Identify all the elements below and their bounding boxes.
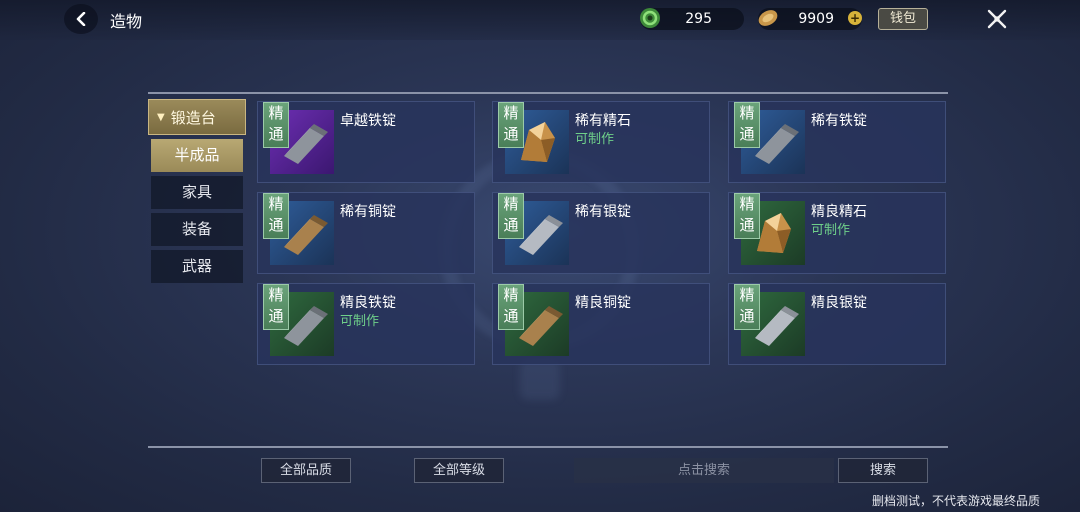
nav-item-equipment[interactable]: 装备 bbox=[151, 213, 243, 246]
ore-crystal-icon bbox=[741, 213, 805, 265]
page-title: 造物 bbox=[110, 12, 143, 31]
badge-top-text: 精 bbox=[268, 104, 284, 122]
copper-ingot-icon bbox=[270, 215, 334, 265]
badge-top-text: 精 bbox=[739, 195, 755, 213]
badge-top-text: 精 bbox=[503, 195, 519, 213]
currency-coin: 9909 bbox=[758, 8, 862, 30]
search-input[interactable] bbox=[574, 458, 834, 483]
tier-badge: 精通 bbox=[734, 284, 760, 330]
item-card[interactable]: 精通 精良铜锭 bbox=[492, 283, 710, 365]
jade-coin-icon bbox=[638, 6, 662, 30]
item-name: 稀有铁锭 bbox=[811, 113, 867, 129]
badge-bottom-text: 通 bbox=[268, 307, 284, 325]
item-name: 卓越铁锭 bbox=[340, 113, 396, 129]
nav-item-semi-finished[interactable]: 半成品 bbox=[151, 139, 243, 172]
nav-category-label: 锻造台 bbox=[170, 108, 216, 127]
item-name: 稀有铜锭 bbox=[340, 204, 396, 220]
item-name: 精良精石 bbox=[811, 204, 867, 220]
nav-item-weapons[interactable]: 武器 bbox=[151, 250, 243, 283]
badge-bottom-text: 通 bbox=[268, 216, 284, 234]
add-currency-icon[interactable]: + bbox=[848, 11, 862, 25]
tier-badge: 精通 bbox=[263, 193, 289, 239]
item-status: 可制作 bbox=[575, 132, 615, 147]
tier-badge: 精通 bbox=[734, 102, 760, 148]
nav-category-forge[interactable]: ▼ 锻造台 bbox=[148, 99, 246, 135]
item-name: 精良银锭 bbox=[811, 295, 867, 311]
item-card[interactable]: 精通 稀有银锭 bbox=[492, 192, 710, 274]
tier-badge: 精通 bbox=[263, 102, 289, 148]
tier-badge: 精通 bbox=[498, 102, 524, 148]
currency-jade: 295 bbox=[640, 8, 744, 30]
badge-bottom-text: 通 bbox=[503, 125, 519, 143]
coin-amount: 9909 bbox=[798, 11, 834, 27]
item-card[interactable]: 精通 精良铁锭可制作 bbox=[257, 283, 475, 365]
item-card[interactable]: 精通 稀有铜锭 bbox=[257, 192, 475, 274]
badge-top-text: 精 bbox=[739, 104, 755, 122]
badge-bottom-text: 通 bbox=[739, 125, 755, 143]
badge-top-text: 精 bbox=[503, 286, 519, 304]
item-status: 可制作 bbox=[811, 223, 851, 238]
item-card[interactable]: 精通 稀有铁锭 bbox=[728, 101, 946, 183]
background-emblem-detail bbox=[520, 360, 560, 400]
quality-filter-dropdown[interactable]: 全部品质 bbox=[261, 458, 351, 483]
item-name: 精良铁锭 bbox=[340, 295, 396, 311]
item-card[interactable]: 精通 稀有精石可制作 bbox=[492, 101, 710, 183]
item-card[interactable]: 精通 卓越铁锭 bbox=[257, 101, 475, 183]
nav-item-furniture[interactable]: 家具 bbox=[151, 176, 243, 209]
badge-bottom-text: 通 bbox=[503, 216, 519, 234]
item-name: 稀有精石 bbox=[575, 113, 631, 129]
item-status: 可制作 bbox=[340, 314, 380, 329]
iron-ingot-icon bbox=[270, 306, 334, 356]
tier-badge: 精通 bbox=[498, 284, 524, 330]
badge-top-text: 精 bbox=[739, 286, 755, 304]
panel-divider-top bbox=[148, 92, 948, 94]
item-card[interactable]: 精通 精良精石可制作 bbox=[728, 192, 946, 274]
badge-bottom-text: 通 bbox=[739, 307, 755, 325]
badge-bottom-text: 通 bbox=[268, 125, 284, 143]
wallet-button[interactable]: 钱包 bbox=[878, 8, 928, 30]
level-filter-dropdown[interactable]: 全部等级 bbox=[414, 458, 504, 483]
badge-top-text: 精 bbox=[268, 195, 284, 213]
badge-bottom-text: 通 bbox=[503, 307, 519, 325]
tier-badge: 精通 bbox=[498, 193, 524, 239]
gold-coin-icon bbox=[756, 6, 780, 30]
chevron-down-icon: ▼ bbox=[157, 111, 165, 123]
disclaimer-text: 删档测试，不代表游戏最终品质 bbox=[871, 494, 1040, 508]
badge-top-text: 精 bbox=[503, 104, 519, 122]
badge-top-text: 精 bbox=[268, 286, 284, 304]
tier-badge: 精通 bbox=[734, 193, 760, 239]
item-name: 稀有银锭 bbox=[575, 204, 631, 220]
panel-divider-bottom bbox=[148, 446, 948, 448]
item-name: 精良铜锭 bbox=[575, 295, 631, 311]
copper-ingot-icon bbox=[505, 306, 569, 356]
search-button[interactable]: 搜索 bbox=[838, 458, 928, 483]
close-icon bbox=[987, 9, 1007, 29]
silver-ingot-icon bbox=[741, 306, 805, 356]
ore-crystal-icon bbox=[505, 122, 569, 174]
item-card[interactable]: 精通 精良银锭 bbox=[728, 283, 946, 365]
silver-ingot-icon bbox=[505, 215, 569, 265]
back-button[interactable] bbox=[64, 4, 98, 34]
iron-ingot-icon bbox=[741, 124, 805, 174]
close-button[interactable] bbox=[980, 3, 1014, 35]
top-bar: 造物 295 9909 + 钱包 bbox=[0, 0, 1080, 40]
iron-ingot-icon bbox=[270, 124, 334, 174]
jade-amount: 295 bbox=[685, 11, 712, 27]
tier-badge: 精通 bbox=[263, 284, 289, 330]
chevron-left-icon bbox=[76, 12, 86, 26]
badge-bottom-text: 通 bbox=[739, 216, 755, 234]
